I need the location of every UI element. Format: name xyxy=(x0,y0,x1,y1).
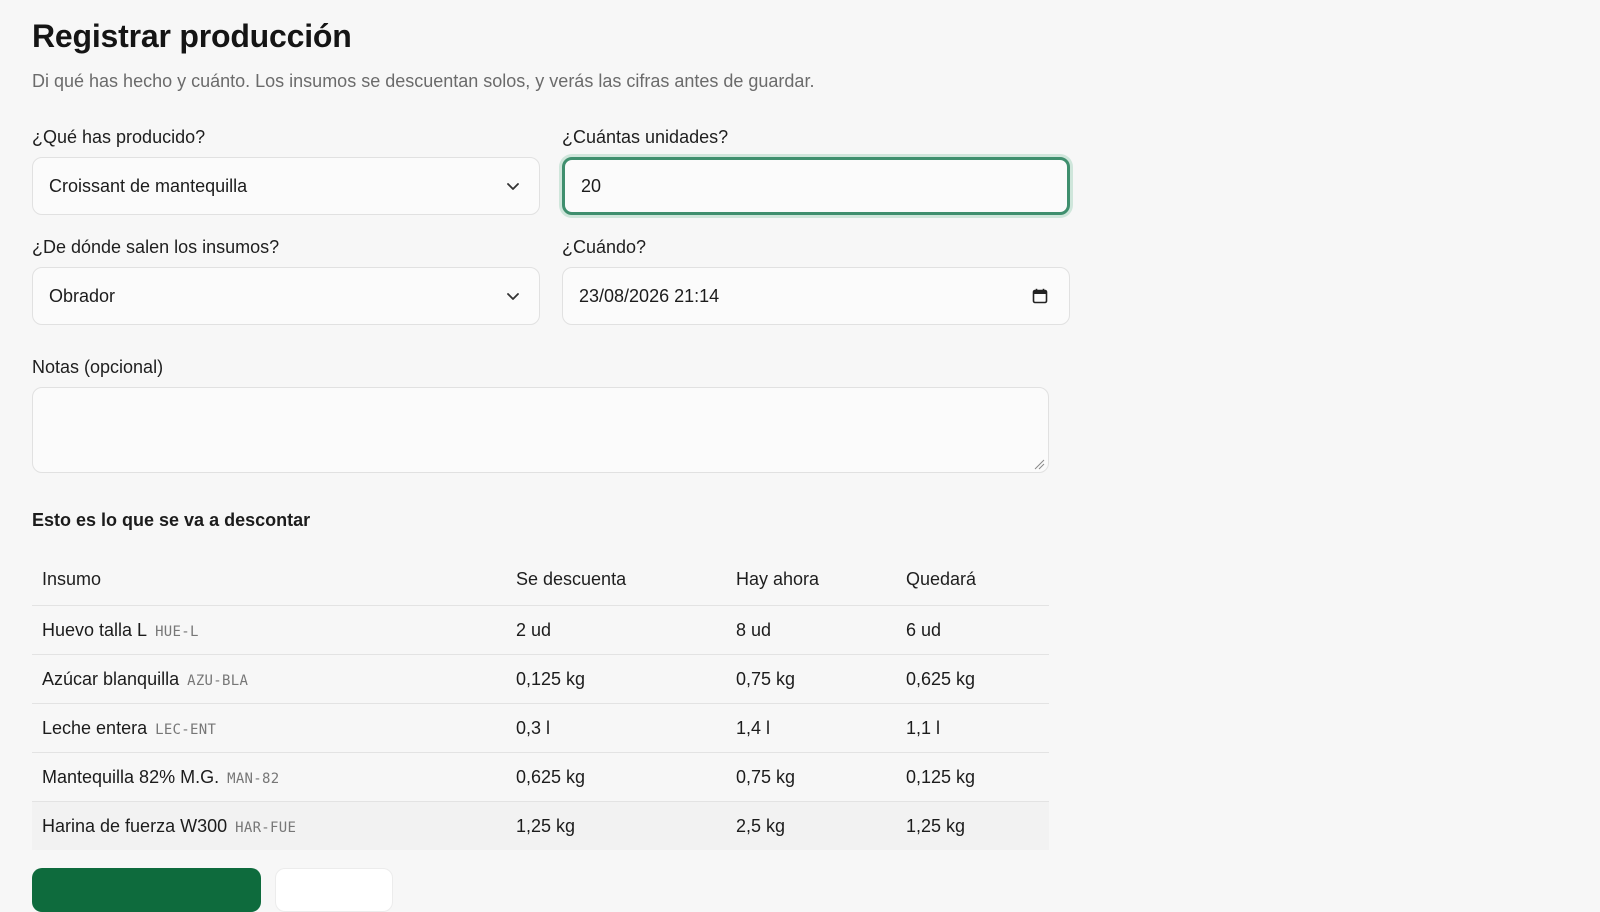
deduct-cell: 0,3 l xyxy=(506,703,726,753)
source-select[interactable]: Obrador xyxy=(32,267,540,325)
column-header-remaining: Quedará xyxy=(896,553,1049,606)
deduct-cell: 2 ud xyxy=(506,605,726,655)
remaining-cell: 0,125 kg xyxy=(896,752,1049,802)
table-row: Leche entera LEC-ENT 0,3 l 1,4 l 1,1 l xyxy=(32,703,1049,753)
form-row-2: ¿De dónde salen los insumos? Obrador ¿Cu… xyxy=(32,236,1072,325)
page-title: Registrar producción xyxy=(32,18,352,54)
ingredient-cell: Huevo talla L HUE-L xyxy=(32,605,506,655)
column-header-current: Hay ahora xyxy=(726,553,896,606)
ingredient-code: HUE-L xyxy=(155,623,199,640)
quantity-label: ¿Cuántas unidades? xyxy=(562,127,729,147)
quantity-input[interactable]: 20 xyxy=(562,157,1070,215)
notes-field: Notas (opcional) xyxy=(32,356,1072,473)
current-cell: 0,75 kg xyxy=(726,752,896,802)
deduct-cell: 0,125 kg xyxy=(506,654,726,704)
column-header-insumo: Insumo xyxy=(32,553,506,606)
resize-handle-icon[interactable] xyxy=(1033,457,1045,470)
chevron-down-icon xyxy=(505,288,521,304)
current-cell: 2,5 kg xyxy=(726,801,896,850)
ingredient-cell: Mantequilla 82% M.G. MAN-82 xyxy=(32,752,506,802)
notes-textarea[interactable] xyxy=(32,387,1049,473)
ingredient-code: HAR-FUE xyxy=(235,819,297,836)
product-select-value: Croissant de mantequilla xyxy=(49,175,248,196)
production-form: Registrar producción Di qué has hecho y … xyxy=(32,14,1072,850)
source-select-value: Obrador xyxy=(49,285,116,306)
page-subtitle: Di qué has hecho y cuánto. Los insumos s… xyxy=(32,71,815,91)
remaining-cell: 1,1 l xyxy=(896,703,1049,753)
table-row: Huevo talla L HUE-L 2 ud 8 ud 6 ud xyxy=(32,605,1049,655)
product-label: ¿Qué has producido? xyxy=(32,127,206,147)
ingredient-name: Huevo talla L xyxy=(42,619,148,640)
ingredient-name: Leche entera xyxy=(42,717,148,738)
table-header-row: Insumo Se descuenta Hay ahora Quedará xyxy=(32,553,1049,606)
calendar-icon[interactable] xyxy=(1031,287,1049,305)
remaining-cell: 0,625 kg xyxy=(896,654,1049,704)
source-field: ¿De dónde salen los insumos? Obrador xyxy=(32,236,540,325)
current-cell: 0,75 kg xyxy=(726,654,896,704)
datetime-input[interactable]: 23/08/2026 21:14 xyxy=(562,267,1070,325)
form-actions xyxy=(32,868,393,912)
datetime-input-value: 23/08/2026 21:14 xyxy=(579,285,720,306)
table-row: Harina de fuerza W300 HAR-FUE 1,25 kg 2,5… xyxy=(32,801,1049,850)
chevron-down-icon xyxy=(505,178,521,194)
product-select[interactable]: Croissant de mantequilla xyxy=(32,157,540,215)
ingredient-cell: Harina de fuerza W300 HAR-FUE xyxy=(32,801,506,850)
ingredient-code: LEC-ENT xyxy=(155,721,217,738)
deduction-table: Insumo Se descuenta Hay ahora Quedará Hu… xyxy=(32,553,1049,850)
deduction-title: Esto es lo que se va a descontar xyxy=(32,510,311,530)
ingredient-cell: Azúcar blanquilla AZU-BLA xyxy=(32,654,506,704)
ingredient-name: Mantequilla 82% M.G. xyxy=(42,766,220,787)
form-row-1: ¿Qué has producido? Croissant de mantequ… xyxy=(32,126,1072,215)
deduct-cell: 0,625 kg xyxy=(506,752,726,802)
save-button[interactable] xyxy=(32,868,261,912)
deduct-cell: 1,25 kg xyxy=(506,801,726,850)
notes-label: Notas (opcional) xyxy=(32,357,164,377)
current-cell: 1,4 l xyxy=(726,703,896,753)
source-label: ¿De dónde salen los insumos? xyxy=(32,237,280,257)
quantity-input-value: 20 xyxy=(581,175,602,196)
quantity-field: ¿Cuántas unidades? 20 xyxy=(562,126,1070,215)
remaining-cell: 1,25 kg xyxy=(896,801,1049,850)
column-header-deduct: Se descuenta xyxy=(506,553,726,606)
product-field: ¿Qué has producido? Croissant de mantequ… xyxy=(32,126,540,215)
ingredient-name: Harina de fuerza W300 xyxy=(42,815,228,836)
current-cell: 8 ud xyxy=(726,605,896,655)
ingredient-code: MAN-82 xyxy=(227,770,280,787)
ingredient-name: Azúcar blanquilla xyxy=(42,668,180,689)
cancel-button[interactable] xyxy=(275,868,393,912)
ingredient-cell: Leche entera LEC-ENT xyxy=(32,703,506,753)
ingredient-code: AZU-BLA xyxy=(187,672,249,689)
remaining-cell: 6 ud xyxy=(896,605,1049,655)
when-label: ¿Cuándo? xyxy=(562,237,647,257)
table-row: Azúcar blanquilla AZU-BLA 0,125 kg 0,75 k… xyxy=(32,654,1049,704)
when-field: ¿Cuándo? 23/08/2026 21:14 xyxy=(562,236,1070,325)
table-row: Mantequilla 82% M.G. MAN-82 0,625 kg 0,75… xyxy=(32,752,1049,802)
